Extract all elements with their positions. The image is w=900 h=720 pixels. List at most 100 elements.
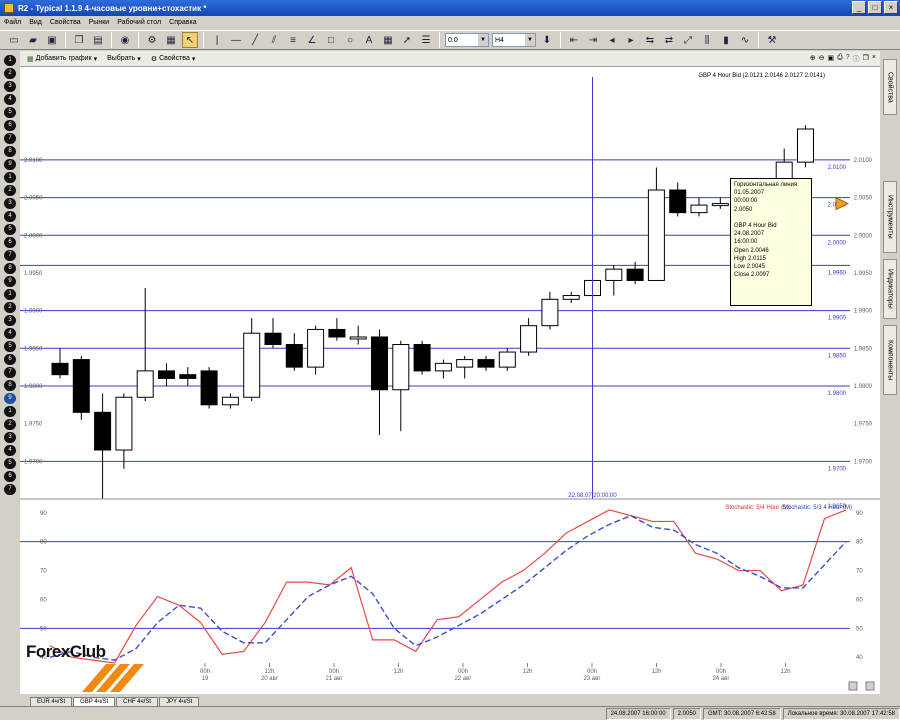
restore-icon[interactable]: ❐ (863, 54, 869, 64)
object-list-button[interactable]: 2 (4, 68, 16, 79)
scroll-right-icon[interactable]: ▸ (623, 32, 639, 48)
price-chart[interactable]: GBP 4 Hour Bid (2.0121 2.0146 2.0127 2.0… (20, 67, 880, 694)
stochastic-k-line[interactable] (49, 509, 847, 664)
autoscroll-icon[interactable]: ⇆ (642, 32, 658, 48)
object-list-button[interactable]: 3 (4, 315, 16, 326)
candle-body[interactable] (669, 189, 687, 214)
object-list-button[interactable]: 1 (4, 55, 16, 66)
rectangle-icon[interactable]: □ (323, 32, 339, 48)
new-icon[interactable]: ▭ (6, 32, 22, 48)
candle-body[interactable] (349, 336, 367, 340)
chart-settings-icon[interactable]: ▣ (827, 54, 834, 64)
select-button[interactable]: Выбрать ▾ (104, 55, 144, 63)
candle-body[interactable] (264, 332, 282, 346)
angle-icon[interactable]: ∠ (304, 32, 320, 48)
candle-body[interactable] (605, 268, 623, 281)
shift-icon[interactable]: ⇄ (661, 32, 677, 48)
grid-icon[interactable]: ▦ (380, 32, 396, 48)
object-list-button[interactable]: 4 (4, 211, 16, 222)
menu-markets[interactable]: Рынки (89, 19, 110, 26)
close-button[interactable]: × (884, 1, 898, 14)
paste-icon[interactable]: ▤ (90, 32, 106, 48)
candle-body[interactable] (328, 328, 346, 338)
candle-body[interactable] (51, 362, 69, 376)
ellipse-icon[interactable]: ○ (342, 32, 358, 48)
close-icon[interactable]: × (872, 54, 876, 64)
object-list-button[interactable]: 4 (4, 328, 16, 339)
template-icon[interactable]: ▦ (163, 32, 179, 48)
step-select[interactable]: 0.0 ▼ (445, 33, 489, 47)
info-icon[interactable]: ⓘ (853, 54, 860, 64)
candle-body[interactable] (94, 411, 112, 451)
candle-body[interactable] (456, 359, 474, 368)
candle-body[interactable] (690, 204, 708, 214)
object-list-button[interactable]: 1 (4, 172, 16, 183)
indicator-icon[interactable]: ⚙ (144, 32, 160, 48)
scroll-left-button[interactable] (848, 681, 858, 691)
menu-file[interactable]: Файл (4, 19, 21, 26)
candle-body[interactable] (243, 332, 261, 398)
tab-properties[interactable]: Свойства (883, 59, 897, 115)
object-list-button[interactable]: 3 (4, 198, 16, 209)
scroll-left-icon[interactable]: ◂ (604, 32, 620, 48)
candle-body[interactable] (520, 325, 538, 353)
candle-body[interactable] (562, 295, 580, 300)
fibo-icon[interactable]: ≡ (285, 32, 301, 48)
object-list-button[interactable]: 9 (4, 276, 16, 287)
tab-jpy[interactable]: JPY 4ч/St (158, 697, 200, 706)
properties-button[interactable]: ⚙ Свойства ▾ (148, 55, 199, 63)
object-list-button[interactable]: 7 (4, 133, 16, 144)
level-icon[interactable]: ☰ (418, 32, 434, 48)
candle-body[interactable] (498, 351, 516, 368)
object-list-button[interactable]: 7 (4, 484, 16, 495)
add-chart-button[interactable]: ▦ Добавить график ▾ (24, 55, 100, 63)
menu-help[interactable]: Справка (169, 19, 196, 26)
tab-chf[interactable]: CHF 4ч/St (116, 697, 158, 706)
object-list-button[interactable]: 9 (4, 159, 16, 170)
object-list-button[interactable]: 5 (4, 458, 16, 469)
object-list-button[interactable]: 1 (4, 406, 16, 417)
tab-eur[interactable]: EUR 4ч/St (30, 697, 73, 706)
candle-body[interactable] (477, 359, 495, 368)
object-list-button[interactable]: 8 (4, 263, 16, 274)
zoom-out-icon[interactable]: ⇥ (585, 32, 601, 48)
timeframe-select[interactable]: H4 ▼ (492, 33, 536, 47)
object-list-button[interactable]: 5 (4, 107, 16, 118)
minimize-button[interactable]: _ (852, 1, 866, 14)
candle-body[interactable] (285, 344, 303, 368)
candle-body[interactable] (115, 396, 133, 451)
object-list-button[interactable]: 4 (4, 445, 16, 456)
candle-body[interactable] (179, 374, 197, 379)
object-list-button[interactable]: 1 (4, 289, 16, 300)
globe-icon[interactable]: ◉ (117, 32, 133, 48)
candle-body[interactable] (158, 370, 175, 379)
object-list-button[interactable]: 9 (4, 393, 16, 404)
object-list-button[interactable]: 8 (4, 146, 16, 157)
candle-body[interactable] (72, 359, 90, 413)
trend-line-icon[interactable]: ╱ (247, 32, 263, 48)
arrow-icon[interactable]: ➚ (399, 32, 415, 48)
candle-body[interactable] (647, 189, 665, 281)
menu-desktop[interactable]: Рабочий стол (117, 19, 161, 26)
zoom-in-icon[interactable]: ⊕ (810, 54, 816, 64)
cursor-icon[interactable]: ↖ (182, 32, 198, 48)
chart-area[interactable]: GBP 4 Hour Bid (2.0121 2.0146 2.0127 2.0… (20, 67, 880, 694)
channel-icon[interactable]: ⫽ (266, 32, 282, 48)
candle-body[interactable] (200, 370, 218, 406)
candle-body[interactable] (434, 362, 452, 372)
object-list-button[interactable]: 3 (4, 81, 16, 92)
scroll-right-button[interactable] (865, 681, 875, 691)
object-list-button[interactable]: 6 (4, 237, 16, 248)
candle-body[interactable] (307, 328, 325, 368)
object-list-button[interactable]: 6 (4, 471, 16, 482)
object-list-button[interactable]: 7 (4, 367, 16, 378)
tab-gbp[interactable]: GBP 4ч/St (73, 697, 116, 706)
object-list-button[interactable]: 2 (4, 185, 16, 196)
candle-body[interactable] (371, 336, 388, 391)
object-list-button[interactable]: 6 (4, 354, 16, 365)
object-list-button[interactable]: 7 (4, 250, 16, 261)
fit-icon[interactable]: ⤢ (680, 32, 696, 48)
candles-icon[interactable]: ▮ (718, 32, 734, 48)
candle-body[interactable] (711, 203, 729, 207)
candle-body[interactable] (392, 344, 410, 391)
